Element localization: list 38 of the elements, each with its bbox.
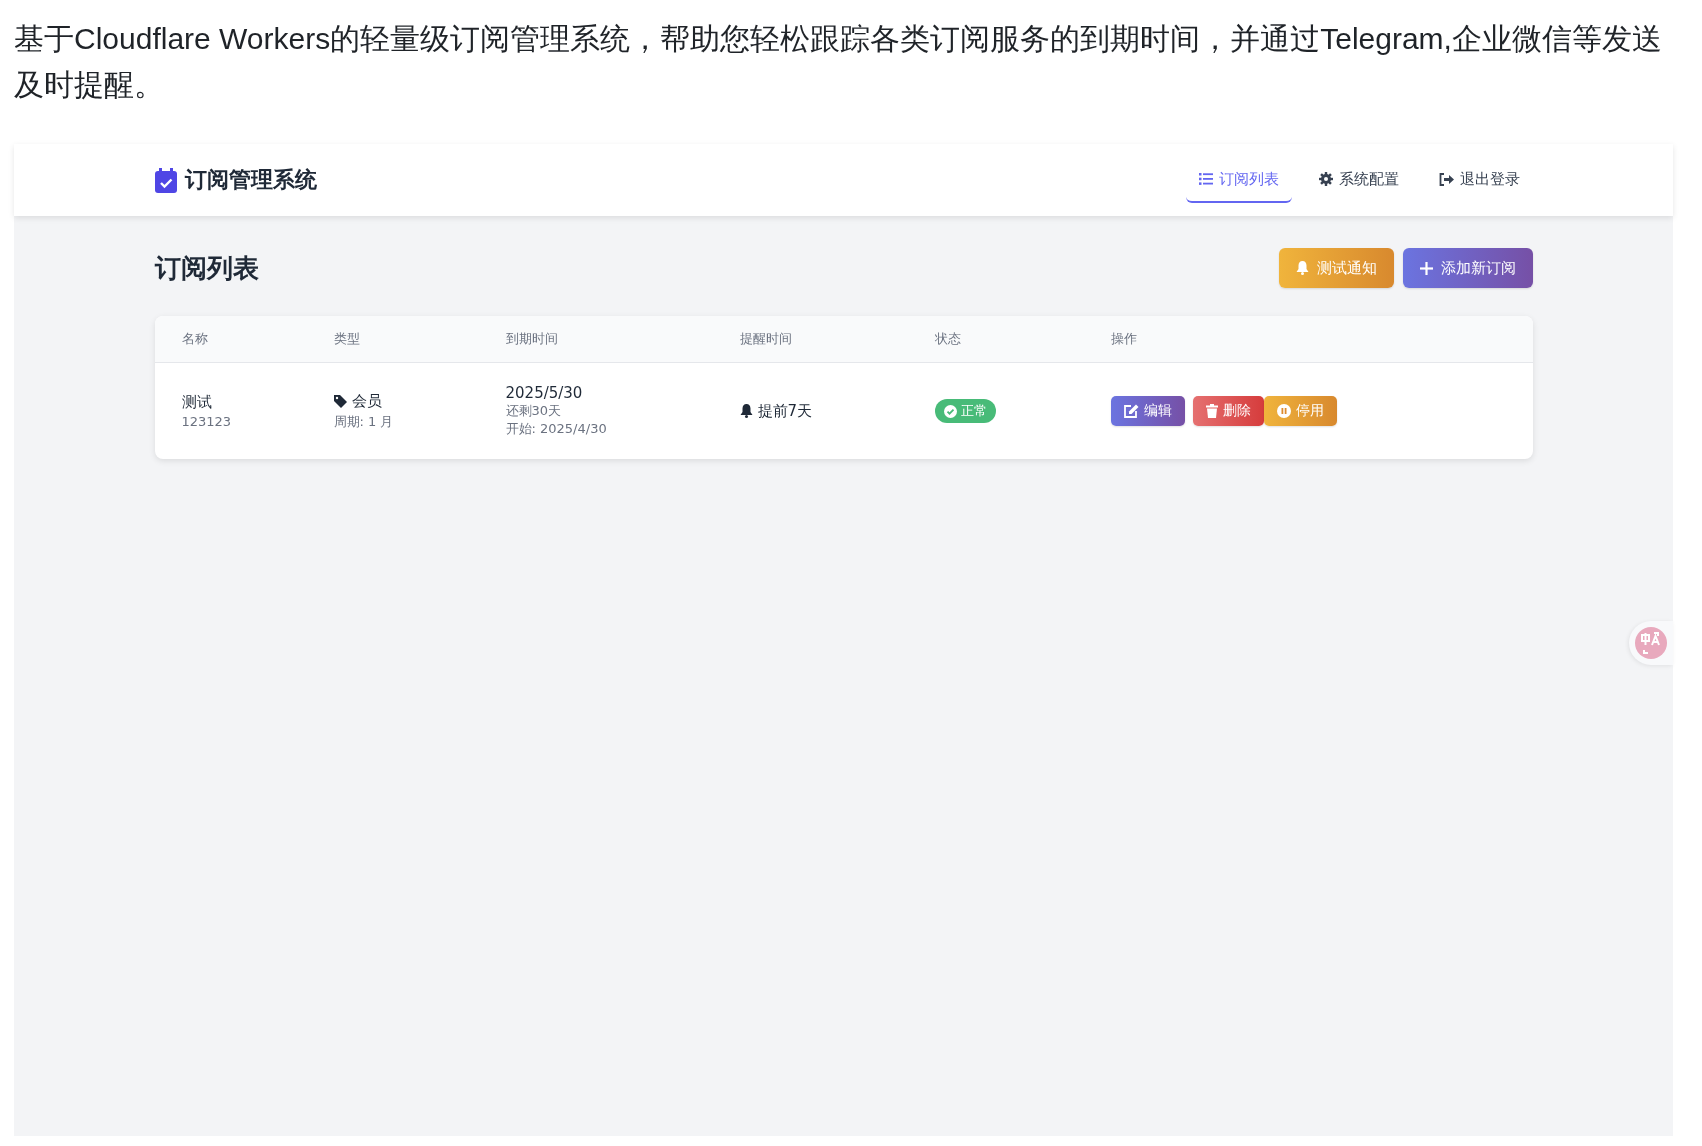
settings-icon xyxy=(1318,172,1333,186)
reminder-time: 提前7天 xyxy=(757,401,813,421)
page-title: 订阅列表 xyxy=(154,251,260,285)
column-header: 操作 xyxy=(1110,330,1138,348)
intro-paragraph: 基于Cloudflare Workers的轻量级订阅管理系统，帮助您轻松跟踪各类订阅服务的到期时间，并通过Telegram,企业微信等发送及时提醒。 xyxy=(14,21,1663,103)
column-header: 到期时间 xyxy=(505,330,559,348)
nav-tab[interactable]: 系统配置 xyxy=(1305,157,1412,203)
column-header: 类型 xyxy=(333,330,361,348)
add-button[interactable]: 添加新订阅 xyxy=(1402,248,1533,288)
subscription-note: 123123 xyxy=(181,414,233,429)
app-title: 订阅管理系统 xyxy=(184,166,317,194)
subscription-name: 测试 xyxy=(181,393,213,412)
expiry-date: 2025/5/30 xyxy=(505,384,584,402)
tag-icon xyxy=(333,394,347,408)
edit-button[interactable]: 编辑 xyxy=(1110,396,1185,426)
nav-tab[interactable]: 退出登录 xyxy=(1425,157,1533,203)
logout-icon xyxy=(1438,172,1454,186)
calendar-check-icon xyxy=(154,167,177,193)
days-remaining: 还剩30天 xyxy=(505,402,563,420)
trash-icon xyxy=(1205,404,1218,418)
subscription-type: 会员 xyxy=(351,391,382,411)
nav-tab[interactable]: 订阅列表 xyxy=(1185,157,1292,203)
plus-icon xyxy=(1419,261,1433,275)
translate-icon xyxy=(1635,627,1667,659)
check-circle-icon xyxy=(943,404,957,418)
edit-icon xyxy=(1123,404,1139,418)
delete-button[interactable]: 删除 xyxy=(1192,396,1264,426)
bell-icon xyxy=(739,404,753,418)
status-badge: 正常 xyxy=(934,399,996,423)
list-icon xyxy=(1198,173,1213,185)
bell-icon xyxy=(1295,261,1309,275)
pause-icon xyxy=(1276,404,1291,418)
start-date: 开始: 2025/4/30 xyxy=(505,420,608,438)
translate-widget[interactable] xyxy=(1629,621,1673,665)
billing-period: 周期: 1 月 xyxy=(333,412,395,431)
column-header: 提醒时间 xyxy=(739,330,793,348)
column-header: 名称 xyxy=(181,330,209,348)
column-header: 状态 xyxy=(934,330,962,348)
